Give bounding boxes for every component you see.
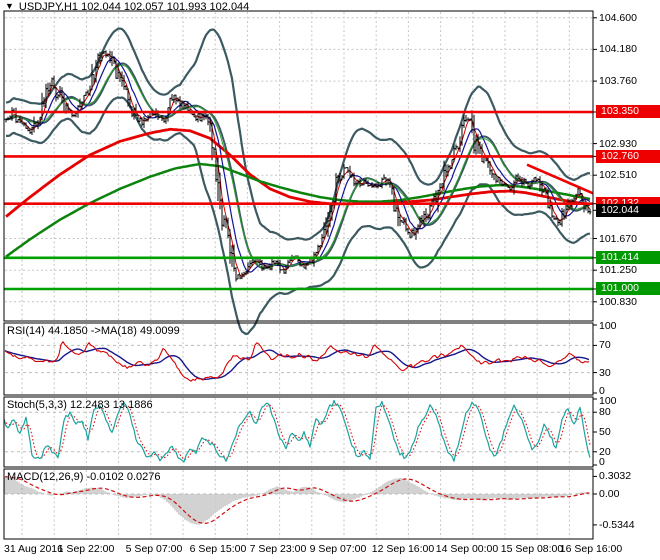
symbol-dropdown-arrow[interactable]: ▼ <box>5 1 14 11</box>
rsi-axis-tick: 70 <box>599 339 611 351</box>
chart-title: ▼ USDJPY,H1 102.044 102.057 101.993 102.0… <box>5 1 249 13</box>
stoch-axis-tick: 80 <box>599 406 611 418</box>
price-axis-tick: 104.600 <box>599 12 637 24</box>
stoch-axis-tick: 100 <box>599 395 617 407</box>
macd-axis-tick: -0.5344 <box>599 519 635 531</box>
price-level-badge: 102.760 <box>596 150 660 163</box>
macd-axis-tick: 0.00 <box>599 488 619 500</box>
time-axis-label: 15 Sep 08:00 <box>501 543 563 555</box>
price-axis-tick: 103.760 <box>599 75 637 87</box>
time-axis-label: 9 Sep 07:00 <box>310 543 367 555</box>
macd-indicator-label: MACD(12,26,9) -0.0102 0.0276 <box>7 471 160 483</box>
time-axis-label: 14 Sep 00:00 <box>436 543 498 555</box>
price-level-badge: 103.350 <box>596 105 660 118</box>
time-axis-label: 6 Sep 15:00 <box>190 543 247 555</box>
time-axis-label: 7 Sep 23:00 <box>250 543 307 555</box>
time-axis-label: 1 Sep 22:00 <box>58 543 115 555</box>
rsi-axis-tick: 30 <box>599 367 611 379</box>
time-axis-label: 16 Sep 16:00 <box>560 543 622 555</box>
time-axis-label: 31 Aug 2016 <box>4 543 63 555</box>
price-axis-tick: 104.180 <box>599 43 637 55</box>
time-axis-label: 12 Sep 16:00 <box>372 543 434 555</box>
stoch-axis-tick: 0 <box>599 456 605 468</box>
current-price-badge: 102.044 <box>596 204 660 217</box>
ohlc-quote-line: USDJPY,H1 102.044 102.057 101.993 102.04… <box>19 1 249 13</box>
macd-axis-tick: 0.3032 <box>599 470 631 482</box>
price-level-badge: 101.414 <box>596 251 660 264</box>
price-axis-tick: 100.830 <box>599 296 637 308</box>
price-axis-tick: 102.930 <box>599 138 637 150</box>
price-axis-tick: 101.250 <box>599 264 637 276</box>
rsi-indicator-label: RSI(14) 44.1850 ->MA(18) 49.0099 <box>7 325 180 337</box>
stoch-indicator-label: Stoch(5,3,3) 12.2483 13.1886 <box>7 399 153 411</box>
time-axis-label: 5 Sep 07:00 <box>126 543 183 555</box>
price-axis-tick: 102.510 <box>599 169 637 181</box>
chart-window: ▼ USDJPY,H1 102.044 102.057 101.993 102.0… <box>0 0 660 560</box>
price-level-badge: 101.000 <box>596 282 660 295</box>
stoch-axis-tick: 50 <box>599 426 611 438</box>
price-axis-tick: 101.670 <box>599 233 637 245</box>
rsi-axis-tick: 100 <box>599 320 617 332</box>
